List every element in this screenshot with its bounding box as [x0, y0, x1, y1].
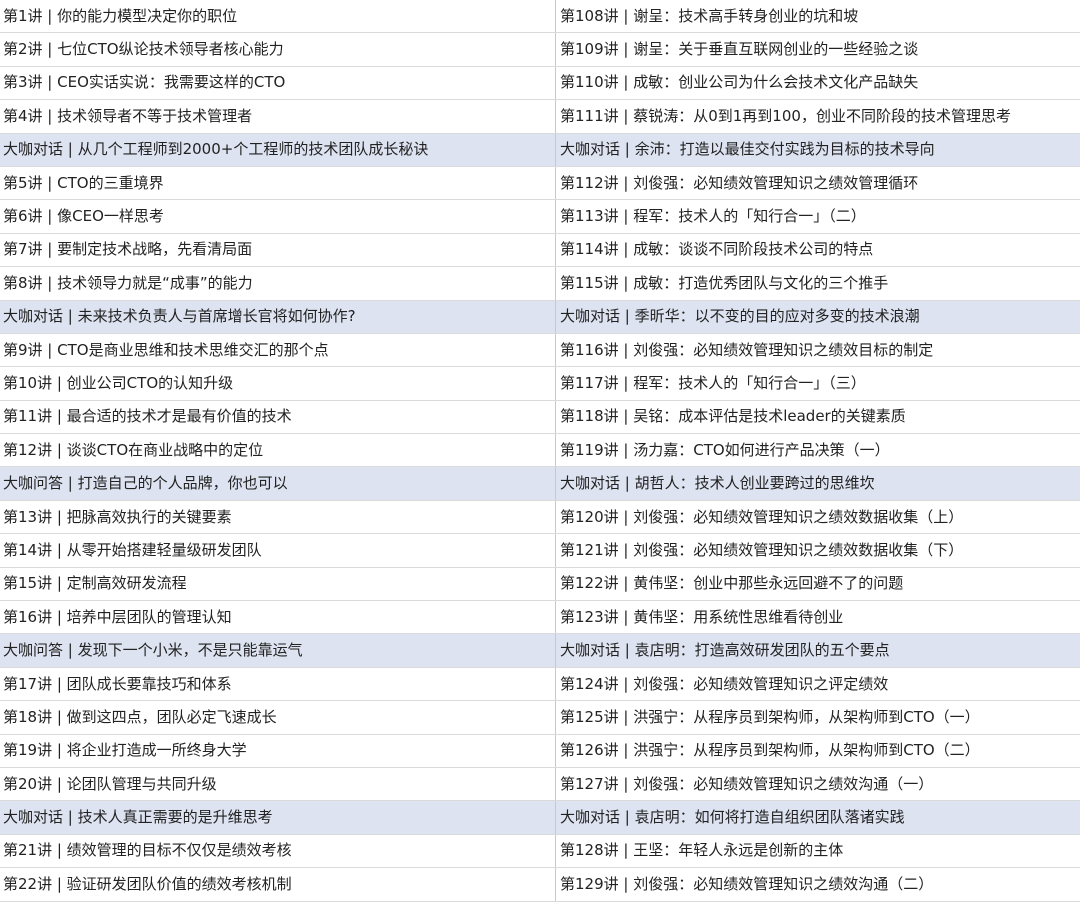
right-cell[interactable]: 第119讲 | 汤力嘉：CTO如何进行产品决策（一）	[556, 434, 1080, 466]
table-row: 第2讲 | 七位CTO纵论技术领导者核心能力 第109讲 | 谢呈：关于垂直互联网…	[0, 33, 1080, 67]
left-cell[interactable]: 第15讲 | 定制高效研发流程	[0, 567, 556, 601]
right-cell[interactable]: 第124讲 | 刘俊强：必知绩效管理知识之评定绩效	[556, 668, 1080, 700]
right-cell[interactable]: 第117讲 | 程军：技术人的「知行合一」（三）	[556, 367, 1080, 399]
table-row: 第17讲 | 团队成长要靠技巧和体系 第124讲 | 刘俊强：必知绩效管理知识之评…	[0, 667, 1080, 702]
right-cell[interactable]: 第121讲 | 刘俊强：必知绩效管理知识之绩效数据收集（下）	[556, 534, 1080, 566]
table-row: 第10讲 | 创业公司CTO的认知升级 第117讲 | 程军：技术人的「知行合一」…	[0, 367, 1080, 401]
table-row: 第13讲 | 把脉高效执行的关键要素 第120讲 | 刘俊强：必知绩效管理知识之绩…	[0, 500, 1080, 535]
left-cell[interactable]: 第6讲 | 像CEO一样思考	[0, 200, 556, 233]
right-cell[interactable]: 第122讲 | 黄伟坚：创业中那些永远回避不了的问题	[556, 568, 1080, 600]
table-row: 第6讲 | 像CEO一样思考 第113讲 | 程军：技术人的「知行合一」（二）	[0, 200, 1080, 234]
right-cell[interactable]: 第126讲 | 洪强宁：从程序员到架构师，从架构师到CTO（二）	[556, 735, 1080, 767]
right-cell[interactable]: 第129讲 | 刘俊强：必知绩效管理知识之绩效沟通（二）	[556, 868, 1080, 900]
right-cell[interactable]: 第125讲 | 洪强宁：从程序员到架构师，从架构师到CTO（一）	[556, 701, 1080, 733]
right-cell[interactable]: 第110讲 | 成敏：创业公司为什么会技术文化产品缺失	[556, 67, 1080, 99]
table-row: 第15讲 | 定制高效研发流程 第122讲 | 黄伟坚：创业中那些永远回避不了的问…	[0, 567, 1080, 602]
left-cell[interactable]: 第12讲 | 谈谈CTO在商业战略中的定位	[0, 434, 556, 467]
table-row: 第21讲 | 绩效管理的目标不仅仅是绩效考核 第128讲 | 王坚：年轻人永远是创…	[0, 834, 1080, 869]
left-cell[interactable]: 第20讲 | 论团队管理与共同升级	[0, 767, 556, 801]
right-cell[interactable]: 第123讲 | 黄伟坚：用系统性思维看待创业	[556, 601, 1080, 633]
highlight-row: 大咖对话 | 从几个工程师到2000+个工程师的技术团队成长秘诀 大咖对话 | 余…	[0, 133, 1080, 167]
left-cell[interactable]: 第8讲 | 技术领导力就是“成事”的能力	[0, 267, 556, 300]
right-cell[interactable]: 大咖对话 | 袁店明：如何将打造自组织团队落诸实践	[556, 801, 1080, 833]
right-cell[interactable]: 第112讲 | 刘俊强：必知绩效管理知识之绩效管理循环	[556, 167, 1080, 199]
left-cell[interactable]: 第5讲 | CTO的三重境界	[0, 166, 556, 200]
right-cell[interactable]: 大咖对话 | 余沛：打造以最佳交付实践为目标的技术导向	[556, 134, 1080, 166]
table-row: 第5讲 | CTO的三重境界 第112讲 | 刘俊强：必知绩效管理知识之绩效管理循…	[0, 166, 1080, 201]
right-cell[interactable]: 第114讲 | 成敏：谈谈不同阶段技术公司的特点	[556, 234, 1080, 266]
left-cell[interactable]: 大咖问答 | 打造自己的个人品牌，你也可以	[0, 467, 556, 500]
right-cell[interactable]: 大咖对话 | 季昕华：以不变的目的应对多变的技术浪潮	[556, 301, 1080, 333]
table-row: 第16讲 | 培养中层团队的管理认知 第123讲 | 黄伟坚：用系统性思维看待创业	[0, 601, 1080, 635]
right-cell[interactable]: 大咖对话 | 袁店明：打造高效研发团队的五个要点	[556, 634, 1080, 666]
left-cell[interactable]: 第13讲 | 把脉高效执行的关键要素	[0, 500, 556, 534]
table-row: 第19讲 | 将企业打造成一所终身大学 第126讲 | 洪强宁：从程序员到架构师，…	[0, 734, 1080, 768]
table-row: 第7讲 | 要制定技术战略，先看清局面 第114讲 | 成敏：谈谈不同阶段技术公司…	[0, 233, 1080, 268]
lecture-table: 第1讲 | 你的能力模型决定你的职位 第108讲 | 谢呈：技术高手转身创业的坑和…	[0, 0, 1080, 902]
right-cell[interactable]: 第128讲 | 王坚：年轻人永远是创新的主体	[556, 835, 1080, 867]
left-cell[interactable]: 第9讲 | CTO是商业思维和技术思维交汇的那个点	[0, 333, 556, 367]
table-row: 第12讲 | 谈谈CTO在商业战略中的定位 第119讲 | 汤力嘉：CTO如何进行…	[0, 434, 1080, 468]
table-row: 第11讲 | 最合适的技术才是最有价值的技术 第118讲 | 吴铭：成本评估是技术…	[0, 400, 1080, 435]
left-cell[interactable]: 第1讲 | 你的能力模型决定你的职位	[0, 0, 556, 33]
table-row: 第8讲 | 技术领导力就是“成事”的能力 第115讲 | 成敏：打造优秀团队与文化…	[0, 267, 1080, 301]
right-cell[interactable]: 第116讲 | 刘俊强：必知绩效管理知识之绩效目标的制定	[556, 334, 1080, 366]
right-cell[interactable]: 第108讲 | 谢呈：技术高手转身创业的坑和坡	[556, 0, 1080, 32]
right-cell[interactable]: 第120讲 | 刘俊强：必知绩效管理知识之绩效数据收集（上）	[556, 501, 1080, 533]
table-row: 第14讲 | 从零开始搭建轻量级研发团队 第121讲 | 刘俊强：必知绩效管理知识…	[0, 534, 1080, 568]
right-cell[interactable]: 第118讲 | 吴铭：成本评估是技术leader的关键素质	[556, 401, 1080, 433]
highlight-row: 大咖问答 | 发现下一个小米，不是只能靠运气 大咖对话 | 袁店明：打造高效研发团…	[0, 634, 1080, 668]
right-cell[interactable]: 第113讲 | 程军：技术人的「知行合一」（二）	[556, 200, 1080, 232]
table-row: 第1讲 | 你的能力模型决定你的职位 第108讲 | 谢呈：技术高手转身创业的坑和…	[0, 0, 1080, 34]
left-cell[interactable]: 大咖对话 | 技术人真正需要的是升维思考	[0, 801, 556, 834]
table-row: 第18讲 | 做到这四点，团队必定飞速成长 第125讲 | 洪强宁：从程序员到架构…	[0, 701, 1080, 735]
left-cell[interactable]: 大咖对话 | 未来技术负责人与首席增长官将如何协作?	[0, 300, 556, 333]
right-cell[interactable]: 第127讲 | 刘俊强：必知绩效管理知识之绩效沟通（一）	[556, 768, 1080, 800]
left-cell[interactable]: 第7讲 | 要制定技术战略，先看清局面	[0, 233, 556, 267]
left-cell[interactable]: 第14讲 | 从零开始搭建轻量级研发团队	[0, 534, 556, 567]
right-cell[interactable]: 第109讲 | 谢呈：关于垂直互联网创业的一些经验之谈	[556, 33, 1080, 65]
right-cell[interactable]: 大咖对话 | 胡哲人：技术人创业要跨过的思维坎	[556, 467, 1080, 499]
highlight-row: 大咖对话 | 技术人真正需要的是升维思考 大咖对话 | 袁店明：如何将打造自组织团…	[0, 801, 1080, 835]
left-cell[interactable]: 第16讲 | 培养中层团队的管理认知	[0, 601, 556, 634]
right-cell[interactable]: 第111讲 | 蔡锐涛：从0到1再到100，创业不同阶段的技术管理思考	[556, 100, 1080, 132]
left-cell[interactable]: 第22讲 | 验证研发团队价值的绩效考核机制	[0, 868, 556, 901]
left-cell[interactable]: 第21讲 | 绩效管理的目标不仅仅是绩效考核	[0, 834, 556, 868]
left-cell[interactable]: 第11讲 | 最合适的技术才是最有价值的技术	[0, 400, 556, 434]
table-row: 第4讲 | 技术领导者不等于技术管理者 第111讲 | 蔡锐涛：从0到1再到100…	[0, 100, 1080, 134]
left-cell[interactable]: 第10讲 | 创业公司CTO的认知升级	[0, 367, 556, 400]
right-cell[interactable]: 第115讲 | 成敏：打造优秀团队与文化的三个推手	[556, 267, 1080, 299]
left-cell[interactable]: 大咖对话 | 从几个工程师到2000+个工程师的技术团队成长秘诀	[0, 133, 556, 166]
highlight-row: 大咖对话 | 未来技术负责人与首席增长官将如何协作? 大咖对话 | 季昕华：以不变…	[0, 300, 1080, 334]
table-row: 第3讲 | CEO实话实说：我需要这样的CTO 第110讲 | 成敏：创业公司为什…	[0, 66, 1080, 101]
left-cell[interactable]: 第19讲 | 将企业打造成一所终身大学	[0, 734, 556, 767]
table-row: 第20讲 | 论团队管理与共同升级 第127讲 | 刘俊强：必知绩效管理知识之绩效…	[0, 767, 1080, 802]
left-cell[interactable]: 第2讲 | 七位CTO纵论技术领导者核心能力	[0, 33, 556, 66]
left-cell[interactable]: 第3讲 | CEO实话实说：我需要这样的CTO	[0, 66, 556, 100]
left-cell[interactable]: 第17讲 | 团队成长要靠技巧和体系	[0, 667, 556, 701]
left-cell[interactable]: 第18讲 | 做到这四点，团队必定飞速成长	[0, 701, 556, 734]
table-row: 第22讲 | 验证研发团队价值的绩效考核机制 第129讲 | 刘俊强：必知绩效管理…	[0, 868, 1080, 902]
left-cell[interactable]: 第4讲 | 技术领导者不等于技术管理者	[0, 100, 556, 133]
highlight-row: 大咖问答 | 打造自己的个人品牌，你也可以 大咖对话 | 胡哲人：技术人创业要跨过…	[0, 467, 1080, 501]
table-row: 第9讲 | CTO是商业思维和技术思维交汇的那个点 第116讲 | 刘俊强：必知绩…	[0, 333, 1080, 368]
left-cell[interactable]: 大咖问答 | 发现下一个小米，不是只能靠运气	[0, 634, 556, 667]
